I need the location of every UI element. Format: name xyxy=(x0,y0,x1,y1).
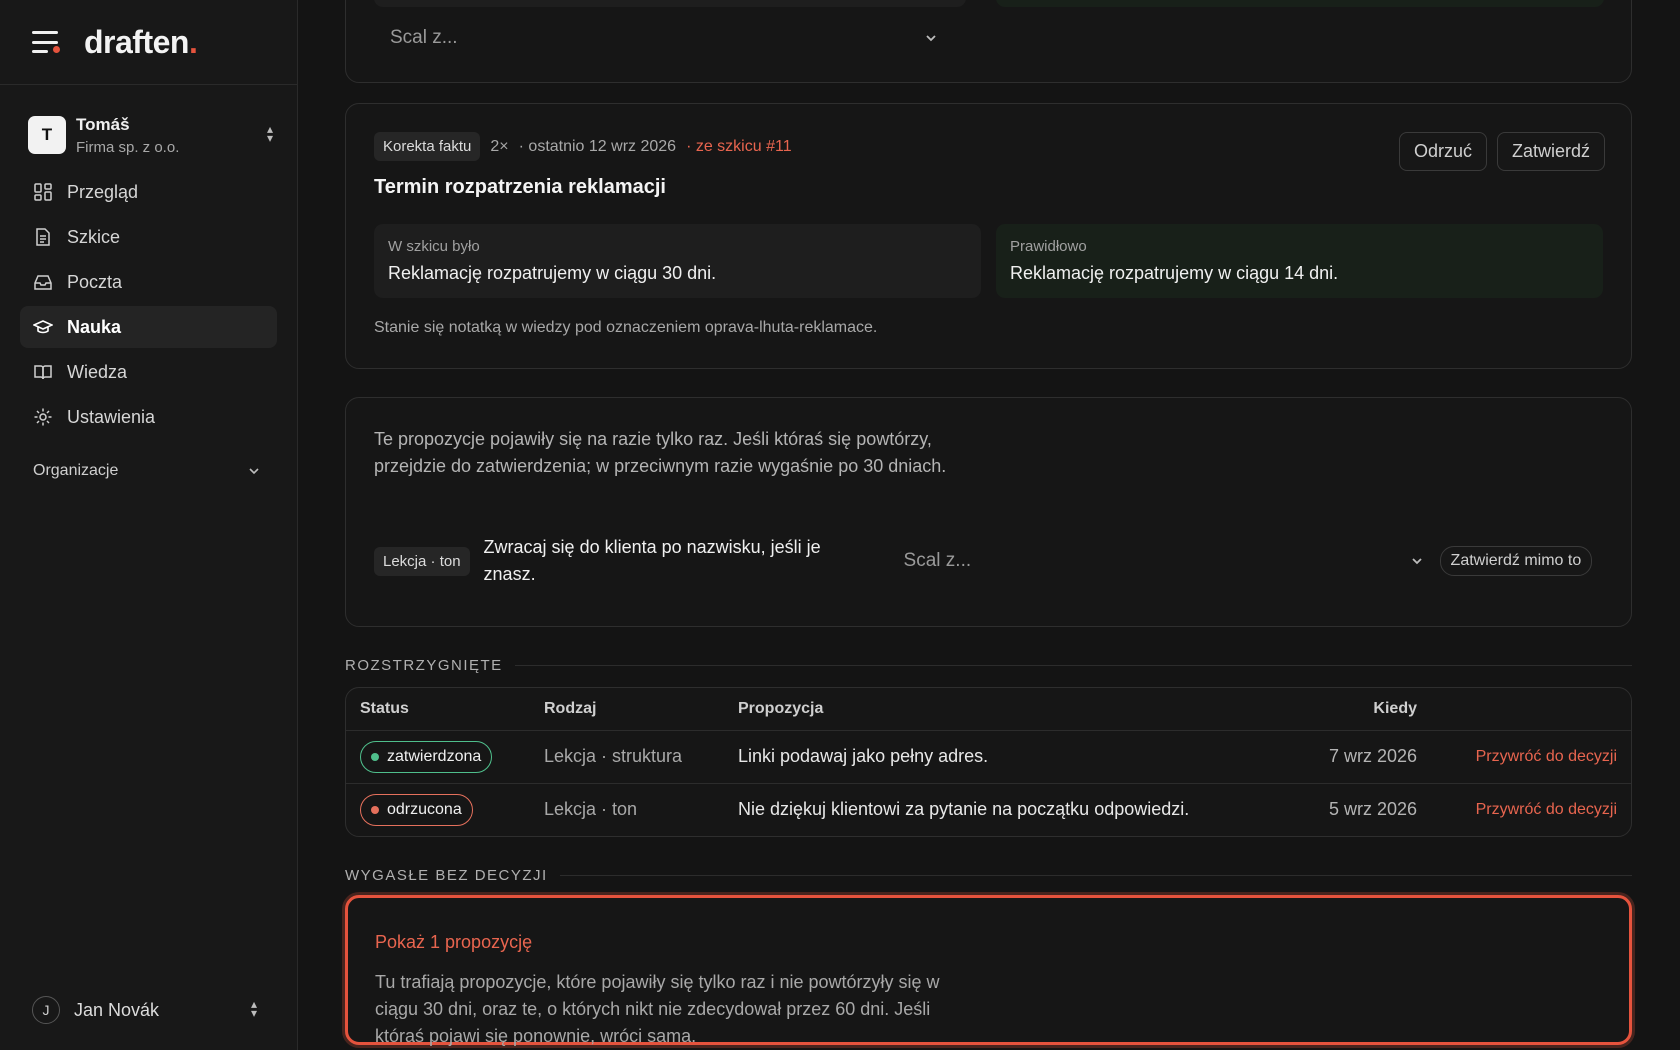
expired-card[interactable]: Pokaż 1 propozycję Tu trafiają propozycj… xyxy=(345,895,1632,1046)
new-value-box: Prawidłowo Reklamację rozpatrujemy w cią… xyxy=(996,224,1603,298)
note-text: Stanie się notatką w wiedzy pod oznaczen… xyxy=(374,319,878,336)
resolved-table-card: Status Rodzaj Propozycja Kiedy zatwierdz… xyxy=(345,687,1632,837)
status-badge: odrzucona xyxy=(360,793,473,826)
chevron-up-down-icon: ▴ ▾ xyxy=(266,122,274,145)
resolved-table: Status Rodzaj Propozycja Kiedy zatwierdz… xyxy=(346,688,1631,836)
single-proposals-card: Te propozycje pojawiły się na razie tylk… xyxy=(345,397,1632,627)
old-box xyxy=(374,0,966,7)
sidebar-item-ustawienia[interactable]: Ustawienia xyxy=(20,396,277,438)
sidebar-item-szkice[interactable]: Szkice xyxy=(20,216,277,258)
single-intro: Te propozycje pojawiły się na razie tylk… xyxy=(374,429,947,476)
column-header-proposal: Propozycja xyxy=(724,688,1261,731)
gear-icon xyxy=(34,408,52,426)
expired-description: Tu trafiają propozycje, które pojawiły s… xyxy=(375,972,940,1046)
column-header-when: Kiedy xyxy=(1261,688,1431,731)
user-avatar: J xyxy=(32,996,60,1024)
menu-icon[interactable] xyxy=(32,31,60,53)
kind-cell: Lekcja · struktura xyxy=(530,730,724,784)
logo-row: draften. xyxy=(0,0,297,85)
resolved-section-title: ROZSTRZYGNIĘTE xyxy=(345,657,1632,674)
status-badge: zatwierdzona xyxy=(360,740,493,773)
new-value: Reklamację rozpatrujemy w ciągu 14 dni. xyxy=(1010,263,1339,283)
merge-select[interactable]: Scal z... xyxy=(390,27,938,49)
correction-card: Korekta faktu 2× · ostatnio 12 wrz 2026 … xyxy=(345,103,1632,369)
sidebar-item-nauka[interactable]: Nauka xyxy=(20,306,277,348)
sidebar-item-label: Nauka xyxy=(67,316,122,337)
sidebar: draften. T Tomáš Firma sp. z o.o. ▴ ▾ Prz… xyxy=(0,0,298,1050)
sidebar-item-poczta[interactable]: Poczta xyxy=(20,261,277,303)
old-value: Reklamację rozpatrujemy w ciągu 30 dni. xyxy=(388,263,717,283)
chevron-down-icon xyxy=(926,35,936,42)
sidebar-item-label: Ustawienia xyxy=(67,406,156,427)
last-seen: · ostatnio 12 wrz 2026 xyxy=(518,137,677,155)
app-logo: draften. xyxy=(84,23,198,60)
account-company: Firma sp. z o.o. xyxy=(76,138,180,156)
document-icon xyxy=(36,228,50,246)
new-box xyxy=(996,0,1604,7)
sidebar-item-label: Poczta xyxy=(67,271,123,292)
table-row: odrzucona Lekcja · ton Nie dziękuj klien… xyxy=(346,783,1631,836)
merge-select[interactable]: Scal z... xyxy=(904,550,1424,572)
chevron-down-icon xyxy=(249,468,259,475)
user-name: Jan Novák xyxy=(74,999,160,1020)
proposal-card-top: Scal z... xyxy=(345,0,1632,83)
expired-section-title: WYGASŁE BEZ DECYZJI xyxy=(345,867,1632,884)
organizations-label: Organizacje xyxy=(33,462,119,479)
proposal-cell: Linki podawaj jako pełny adres. xyxy=(724,730,1261,784)
column-header-status: Status xyxy=(346,688,530,731)
new-value-label: Prawidłowo xyxy=(1010,238,1087,255)
restore-link[interactable]: Przywróć do decyzji xyxy=(1431,783,1631,836)
approve-anyway-button[interactable]: Zatwierdź mimo to xyxy=(1439,546,1593,576)
proposal-cell: Nie dziękuj klientowi za pytanie na pocz… xyxy=(738,799,1190,820)
kind-tag: Korekta faktu xyxy=(374,132,481,161)
proposal-text: Zwracaj się do klienta po nazwisku, jeśl… xyxy=(483,537,821,584)
sidebar-nav: Przegląd Szkice Poczta Nauka Wiedza Usta… xyxy=(0,171,297,438)
sidebar-item-label: Wiedza xyxy=(67,361,128,382)
kind-tag: Lekcja · ton xyxy=(374,546,470,576)
restore-link[interactable]: Przywróć do decyzji xyxy=(1431,730,1631,784)
sidebar-item-label: Szkice xyxy=(67,226,121,247)
inbox-icon xyxy=(34,275,52,290)
kind-cell: Lekcja · ton xyxy=(544,799,638,820)
date-cell: 5 wrz 2026 xyxy=(1328,799,1417,820)
proposal-title: Termin rozpatrzenia reklamacji xyxy=(374,176,666,198)
grid-icon xyxy=(34,183,52,201)
date-cell: 7 wrz 2026 xyxy=(1261,730,1431,784)
account-name: Tomáš xyxy=(76,114,130,134)
repeat-count: 2× xyxy=(490,137,509,155)
sidebar-item-label: Przegląd xyxy=(67,181,139,202)
approve-button[interactable]: Zatwierdź xyxy=(1496,132,1605,171)
old-value-label: W szkicu było xyxy=(388,238,480,255)
user-menu[interactable]: J Jan Novák ▴ ▾ xyxy=(32,996,261,1024)
old-value-box: W szkicu było Reklamację rozpatrujemy w … xyxy=(374,224,981,298)
chevron-up-down-icon: ▴ ▾ xyxy=(250,997,258,1020)
book-icon xyxy=(34,365,52,380)
account-avatar: T xyxy=(28,116,66,154)
show-proposals-link[interactable]: Pokaż 1 propozycję xyxy=(375,932,532,953)
main-content: Scal z... Korekta faktu 2× · ostatnio 12… xyxy=(299,0,1680,1050)
reject-button[interactable]: Odrzuć xyxy=(1398,132,1487,171)
column-header-kind: Rodzaj xyxy=(530,688,724,731)
account-switcher[interactable]: T Tomáš Firma sp. z o.o. ▴ ▾ xyxy=(28,109,277,161)
graduation-cap-icon xyxy=(33,320,53,334)
merge-select-value: Scal z... xyxy=(390,27,458,48)
sidebar-item-wiedza[interactable]: Wiedza xyxy=(20,351,277,393)
source-link[interactable]: · ze szkicu #11 xyxy=(686,138,792,156)
merge-select-value: Scal z... xyxy=(903,550,972,571)
chevron-down-icon xyxy=(1411,558,1422,565)
sidebar-item-przeglad[interactable]: Przegląd xyxy=(20,171,277,213)
organizations-toggle[interactable]: Organizacje xyxy=(33,462,261,480)
table-row: zatwierdzona Lekcja · struktura Linki po… xyxy=(346,730,1631,784)
